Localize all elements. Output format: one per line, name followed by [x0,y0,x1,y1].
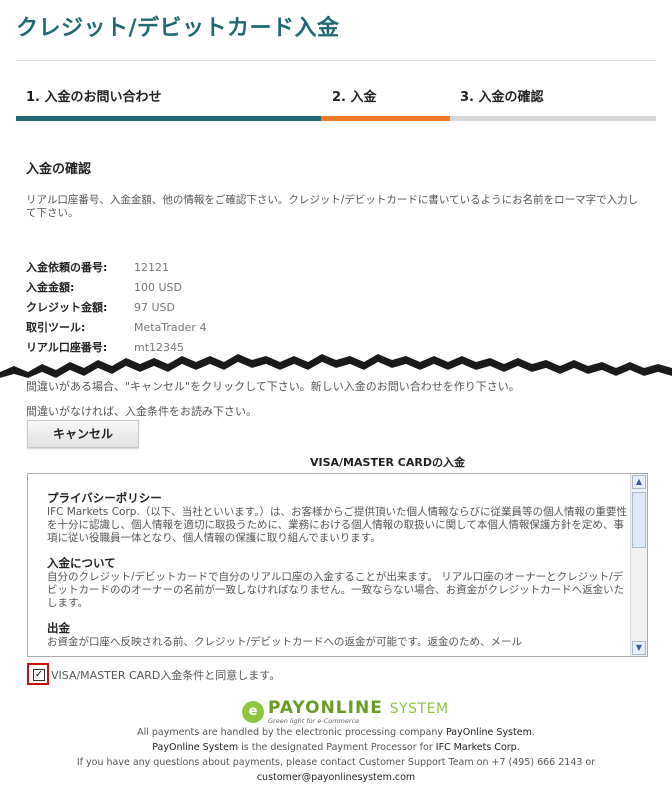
detail-row: 入金金額: 100 USD [26,278,206,298]
torn-edge-divider [0,354,672,378]
detail-label: クレジット金額: [26,301,108,314]
detail-value: 12121 [134,261,169,274]
terms-heading-deposit: 入金について [47,556,116,570]
terms-title: VISA/MASTER CARDの入金 [310,456,465,469]
logo-tagline: Green light for e-Commerce [268,717,360,725]
deposit-details: 入金依頼の番号: 12121 入金金額: 100 USD クレジット金額: 97 US… [26,258,206,358]
footer-line-3: If you have any questions about payments… [76,757,596,768]
detail-label: 入金金額: [26,281,75,294]
terms-body-deposit: 自分のクレジット/デビットカードで自分のリアル口座の入金することが出来ます。 リ… [47,571,625,609]
scroll-up-arrow-icon[interactable]: ▲ [632,475,646,489]
detail-label: 取引ツール: [26,321,86,334]
footer-email[interactable]: customer@payonlinesystem.com [0,772,672,783]
detail-row: 入金依頼の番号: 12121 [26,258,206,278]
agree-checkbox[interactable]: ✓ [27,663,49,685]
progress-steps: 1. 入金のお問い合わせ 2. 入金 3. 入金の確認 [16,86,656,122]
step-deposit: 2. 入金 [332,90,377,105]
terms-heading-privacy: プライバシーポリシー [47,491,162,505]
terms-box[interactable]: プライバシーポリシー IFC Markets Corp.（以下、当社といいます。… [27,473,648,657]
section-heading: 入金の確認 [26,162,92,177]
step-bar-completed [16,116,321,121]
step-confirm: 3. 入金の確認 [460,90,544,105]
detail-row: 取引ツール: MetaTrader 4 [26,318,206,338]
detail-value: 100 USD [134,281,182,294]
detail-row: クレジット金額: 97 USD [26,298,206,318]
page-title: クレジット/デビットカード入金 [16,16,340,41]
terms-heading-withdrawal: 出金 [47,621,70,635]
detail-value: 97 USD [134,301,175,314]
scroll-down-arrow-icon[interactable]: ▼ [632,641,646,655]
step-bar-pending [450,116,656,121]
logo-suffix: SYSTEM [389,701,449,717]
scroll-thumb[interactable] [632,492,646,548]
detail-label: 入金依頼の番号: [26,261,108,274]
cancel-instruction: 間違いがある場合、"キャンセル"をクリックして下さい。新しい入金のお問い合わせを… [26,380,520,393]
payonline-logo: e PAYONLINE SYSTEM Green light for e-Com… [242,698,448,726]
footer-line-2: PayOnline System is the designated Payme… [152,742,520,753]
logo-name: PAYONLINE [268,698,383,718]
cancel-button[interactable]: キャンセル [27,420,139,448]
payonline-leaf-icon: e [242,701,264,723]
detail-value: MetaTrader 4 [134,321,207,334]
divider [16,60,656,61]
step-bar-current [321,116,450,121]
terms-scrollbar[interactable]: ▲ ▼ [630,474,647,656]
terms-content: プライバシーポリシー IFC Markets Corp.（以下、当社といいます。… [47,490,632,656]
intro-text: リアル口座番号、入金金額、他の情報をご確認下さい。クレジット/デビットカードに書… [26,194,639,219]
terms-body-privacy: IFC Markets Corp.（以下、当社といいます。）は、お客様からご提供… [47,506,627,544]
step-inquiry: 1. 入金のお問い合わせ [26,90,162,105]
agree-label[interactable]: VISA/MASTER CARD入金条件と同意します。 [51,667,280,683]
read-terms-instruction: 間違いがなければ、入金条件をお読み下さい。 [26,405,257,418]
footer-line-1: All payments are handled by the electron… [137,727,535,738]
checkmark-icon: ✓ [33,669,45,681]
terms-body-withdrawal: お資金が口座へ反映される前、クレジット/デビットカードへの返金が可能です。返金の… [47,636,522,648]
